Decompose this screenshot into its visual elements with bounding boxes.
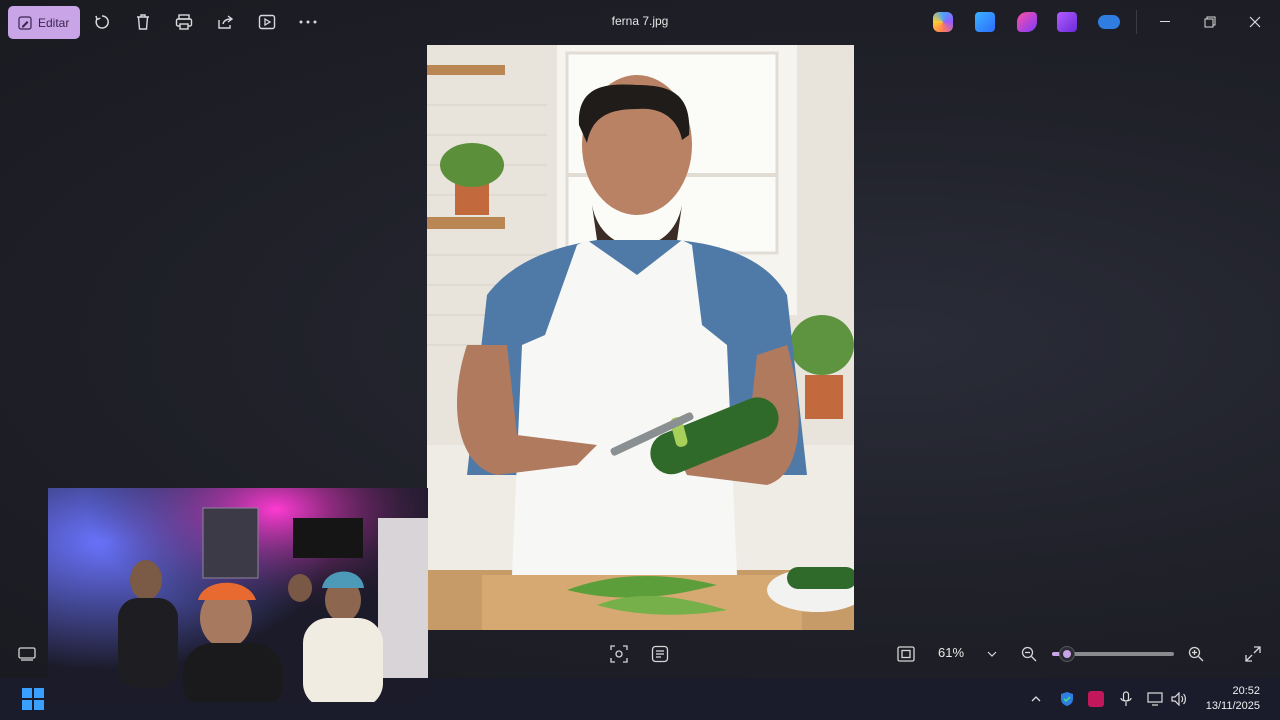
fit-to-window-icon[interactable]: [894, 642, 918, 666]
system-clock[interactable]: 20:52 13/11/2025: [1206, 684, 1260, 714]
zoom-in-icon[interactable]: [1184, 642, 1208, 666]
onedrive-icon[interactable]: [1098, 15, 1120, 29]
minimize-button[interactable]: [1150, 10, 1180, 34]
app-tray-icon[interactable]: [1085, 688, 1107, 710]
start-button[interactable]: [22, 688, 44, 710]
close-icon: [1249, 16, 1261, 28]
volume-icon[interactable]: [1168, 688, 1190, 710]
delete-icon[interactable]: [131, 10, 155, 34]
minimize-icon: [1160, 21, 1170, 22]
microphone-icon[interactable]: [1115, 688, 1137, 710]
title-bar: Editar ferna 7.jpg: [0, 0, 1280, 44]
text-scan-icon[interactable]: [648, 642, 672, 666]
video-editor-icon[interactable]: [1057, 12, 1077, 32]
edit-icon: [18, 15, 32, 30]
restore-icon: [1204, 16, 1216, 28]
full-screen-icon[interactable]: [1241, 642, 1265, 666]
zoom-slider[interactable]: [1052, 646, 1174, 662]
zoom-slider-thumb[interactable]: [1058, 646, 1075, 662]
window-title: ferna 7.jpg: [611, 14, 669, 28]
clock-date: 13/11/2025: [1205, 700, 1260, 712]
zoom-level-value[interactable]: 61%: [938, 645, 964, 660]
share-icon[interactable]: [214, 10, 238, 34]
restore-button[interactable]: [1195, 10, 1225, 34]
webcam-overlay: [48, 488, 428, 702]
edit-button-label: Editar: [38, 15, 70, 30]
show-hidden-icons-chevron-icon[interactable]: [1025, 688, 1047, 710]
zoom-out-icon[interactable]: [1017, 642, 1041, 666]
copilot-icon[interactable]: [933, 12, 953, 32]
security-shield-icon[interactable]: [1056, 688, 1078, 710]
more-icon[interactable]: [296, 10, 320, 34]
edit-button[interactable]: Editar: [8, 6, 80, 39]
rotate-icon[interactable]: [90, 10, 114, 34]
print-icon[interactable]: [172, 10, 196, 34]
clock-time: 20:52: [1232, 685, 1260, 697]
zoom-dropdown-chevron-icon[interactable]: [982, 642, 1002, 666]
clipchamp-icon[interactable]: [1017, 12, 1037, 32]
windows-logo-icon: [22, 688, 44, 710]
displayed-photo[interactable]: [427, 45, 854, 630]
filmstrip-toggle-icon[interactable]: [15, 642, 39, 666]
slideshow-icon[interactable]: [255, 10, 279, 34]
network-icon[interactable]: [1144, 688, 1166, 710]
titlebar-separator: [1136, 10, 1137, 34]
designer-icon[interactable]: [975, 12, 995, 32]
close-button[interactable]: [1240, 10, 1270, 34]
visual-search-icon[interactable]: [607, 642, 631, 666]
